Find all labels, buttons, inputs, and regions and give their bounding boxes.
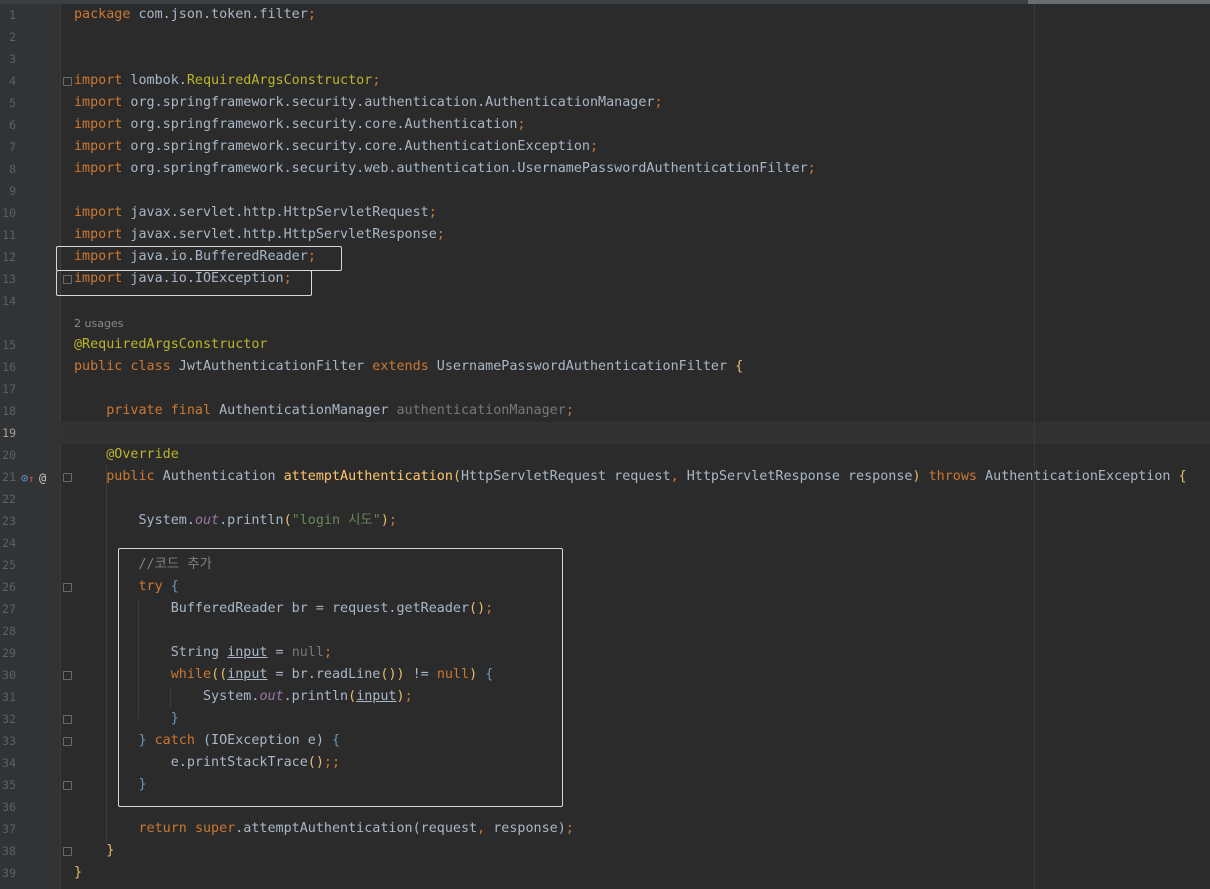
fold-marker[interactable] (63, 737, 72, 746)
code-line-11[interactable]: 11 import javax.servlet.http.HttpServletR… (0, 224, 1210, 246)
code-line-38[interactable]: 38 } (0, 840, 1210, 862)
line-number[interactable]: 5 (0, 92, 16, 114)
code-line-6[interactable]: 6 import org.springframework.security.cor… (0, 114, 1210, 136)
highlight-box-ioexception-import (56, 270, 312, 296)
line-number[interactable]: 37 (0, 818, 16, 840)
code-text: package com.json.token.filter; (74, 7, 316, 22)
code-line-22[interactable]: 22 (0, 488, 1210, 510)
code-line-1[interactable]: 1 package com.json.token.filter; (0, 4, 1210, 26)
line-number[interactable]: 6 (0, 114, 16, 136)
line-number[interactable]: 26 (0, 576, 16, 598)
fold-marker[interactable] (63, 847, 72, 856)
line-number[interactable]: 20 (0, 444, 16, 466)
line-number[interactable]: 32 (0, 708, 16, 730)
code-line-19[interactable]: 19 (0, 422, 1210, 444)
code-text: import javax.servlet.http.HttpServletRes… (74, 227, 445, 242)
line-number[interactable]: 35 (0, 774, 16, 796)
line-number[interactable]: 8 (0, 158, 16, 180)
line-number[interactable]: 39 (0, 862, 16, 884)
code-line-5[interactable]: 5 import org.springframework.security.aut… (0, 92, 1210, 114)
line-number[interactable]: 2 (0, 26, 16, 48)
line-number[interactable]: 17 (0, 378, 16, 400)
override-at-icon[interactable]: @ (39, 471, 46, 485)
code-line-2[interactable]: 2 (0, 26, 1210, 48)
code-line-37[interactable]: 37 return super.attemptAuthentication(re… (0, 818, 1210, 840)
code-text: private final AuthenticationManager auth… (106, 403, 574, 418)
line-number[interactable]: 24 (0, 532, 16, 554)
usages-inlay-hint[interactable]: 2 usages (74, 316, 123, 332)
code-text: } (106, 843, 115, 858)
line-number[interactable]: 22 (0, 488, 16, 510)
fold-marker[interactable] (63, 473, 72, 482)
code-line-3[interactable]: 3 (0, 48, 1210, 70)
line-number[interactable]: 4 (0, 70, 16, 92)
line-number[interactable]: 19 (0, 422, 16, 444)
line-number[interactable]: 25 (0, 554, 16, 576)
line-number[interactable]: 29 (0, 642, 16, 664)
line-number[interactable]: 7 (0, 136, 16, 158)
code-line-4[interactable]: 4 import lombok.RequiredArgsConstructor; (0, 70, 1210, 92)
fold-marker[interactable] (63, 781, 72, 790)
code-line-7[interactable]: 7 import org.springframework.security.cor… (0, 136, 1210, 158)
code-line-23[interactable]: 23 System.out.println("login 시도"); (0, 510, 1210, 532)
code-text: } (74, 865, 83, 880)
line-number[interactable]: 28 (0, 620, 16, 642)
code-text: import org.springframework.security.web.… (74, 161, 816, 176)
code-line-39[interactable]: 39} (0, 862, 1210, 884)
fold-marker[interactable] (63, 583, 72, 592)
code-text: public Authentication attemptAuthenticat… (106, 469, 1187, 484)
line-number[interactable]: 18 (0, 400, 16, 422)
implements-method-icon[interactable]: ⊙↑ (21, 471, 34, 487)
fold-marker[interactable] (63, 715, 72, 724)
fold-marker[interactable] (63, 671, 72, 680)
code-text: import org.springframework.security.auth… (74, 95, 663, 110)
highlight-box-added-code (118, 548, 563, 807)
line-number[interactable]: 16 (0, 356, 16, 378)
line-number[interactable]: 33 (0, 730, 16, 752)
line-number[interactable]: 38 (0, 840, 16, 862)
line-number[interactable]: 13 (0, 268, 16, 290)
code-line-17[interactable]: 17 (0, 378, 1210, 400)
line-number[interactable]: 31 (0, 686, 16, 708)
code-line-21[interactable]: 21 public Authentication attemptAuthenti… (0, 466, 1210, 488)
code-text: return super.attemptAuthentication(reque… (138, 821, 574, 836)
line-number[interactable]: 3 (0, 48, 16, 70)
code-text: @Override (106, 447, 179, 462)
code-text: @RequiredArgsConstructor (74, 337, 268, 352)
fold-marker[interactable] (63, 77, 72, 86)
code-text: System.out.println("login 시도"); (74, 513, 397, 528)
line-number[interactable]: 10 (0, 202, 16, 224)
line-number[interactable]: 1 (0, 4, 16, 26)
code-line-20[interactable]: 20 @Override (0, 444, 1210, 466)
line-number[interactable]: 23 (0, 510, 16, 532)
code-line-10[interactable]: 10 import javax.servlet.http.HttpServletR… (0, 202, 1210, 224)
line-number[interactable]: 11 (0, 224, 16, 246)
code-line-15[interactable]: 15 @RequiredArgsConstructor (0, 334, 1210, 356)
line-number[interactable]: 15 (0, 334, 16, 356)
line-number[interactable]: 21 (0, 466, 16, 488)
code-text: import javax.servlet.http.HttpServletReq… (74, 205, 437, 220)
line-number[interactable]: 36 (0, 796, 16, 818)
code-text: import org.springframework.security.core… (74, 139, 599, 154)
line-number[interactable]: 14 (0, 290, 16, 312)
line-number[interactable]: 34 (0, 752, 16, 774)
code-line-16[interactable]: 16 public class JwtAuthenticationFilter e… (0, 356, 1210, 378)
code-line-8[interactable]: 8 import org.springframework.security.web… (0, 158, 1210, 180)
line-number[interactable]: 9 (0, 180, 16, 202)
line-number[interactable]: 12 (0, 246, 16, 268)
line-number[interactable]: 27 (0, 598, 16, 620)
line-number[interactable]: 30 (0, 664, 16, 686)
highlight-box-bufferedreader-import (56, 246, 342, 271)
code-line-9[interactable]: 9 (0, 180, 1210, 202)
code-text: import lombok.RequiredArgsConstructor; (74, 73, 381, 88)
code-line-18[interactable]: 18 private final AuthenticationManager a… (0, 400, 1210, 422)
code-text: import org.springframework.security.core… (74, 117, 526, 132)
code-text: public class JwtAuthenticationFilter ext… (74, 359, 744, 374)
